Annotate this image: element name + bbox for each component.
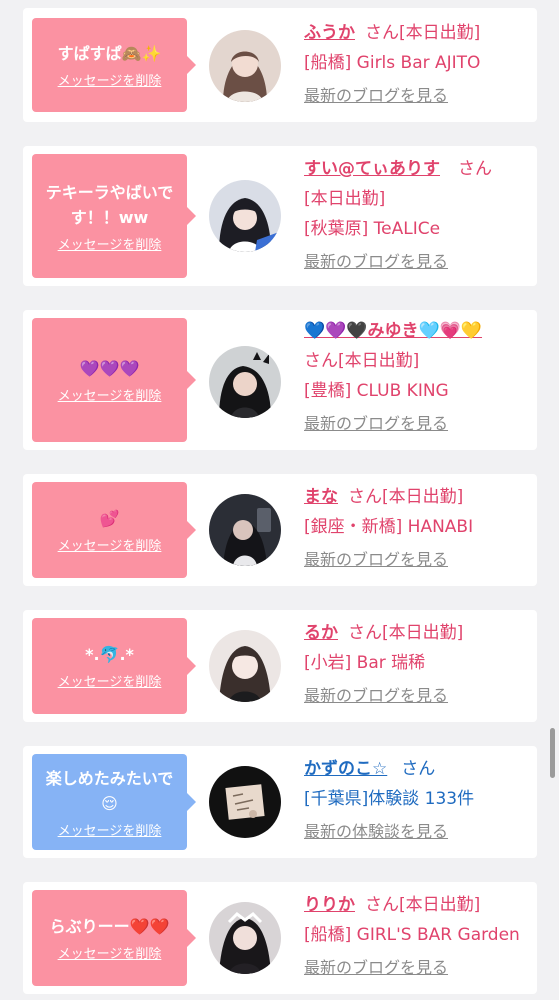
message-bubble: *.🐬.* メッセージを削除: [32, 618, 196, 714]
delete-message-link[interactable]: メッセージを削除: [58, 820, 162, 839]
shop-line: [船橋] GIRL'S BAR Garden: [304, 925, 520, 945]
latest-blog-link[interactable]: 最新のブログを見る: [304, 546, 531, 570]
shop-line: [小岩] Bar 瑞稀: [304, 653, 426, 673]
member-name-link[interactable]: まな: [304, 487, 338, 507]
avatar[interactable]: [209, 346, 281, 418]
message-bubble: 楽しめたみたいで😌 メッセージを削除: [32, 754, 196, 850]
avatar-photo-icon: [209, 494, 281, 566]
avatar[interactable]: [209, 902, 281, 974]
delete-message-link[interactable]: メッセージを削除: [58, 70, 162, 89]
name-suffix: さん: [365, 23, 399, 43]
work-status: [本日出勤]: [338, 351, 420, 371]
delete-message-link[interactable]: メッセージを削除: [58, 234, 162, 253]
message-text: すぱすぱ🙈✨: [57, 44, 162, 63]
avatar[interactable]: [209, 494, 281, 566]
name-suffix: さん: [348, 487, 382, 507]
member-info: りりか さん[本日出勤] [船橋] GIRL'S BAR Garden 最新のブロ…: [304, 890, 531, 978]
work-status: [本日出勤]: [399, 23, 481, 43]
shop-line: [秋葉原] TeALICe: [304, 219, 441, 239]
message-text: 楽しめたみたいで😌: [45, 768, 174, 813]
message-card: すぱすぱ🙈✨ メッセージを削除 ふうか さん[本日出勤] [船橋] Girls B…: [23, 8, 537, 122]
scrollbar-thumb[interactable]: [550, 728, 555, 778]
avatar-photo-icon: [209, 180, 281, 252]
name-suffix: さん: [348, 623, 382, 643]
latest-blog-link[interactable]: 最新のブログを見る: [304, 954, 531, 978]
avatar-photo-icon: [209, 630, 281, 702]
message-text: 💕: [99, 509, 120, 528]
work-status: [本日出勤]: [399, 895, 481, 915]
member-name-link[interactable]: すい@てぃありす: [304, 159, 440, 179]
delete-message-link[interactable]: メッセージを削除: [58, 943, 162, 962]
avatar-photo-icon: [209, 30, 281, 102]
delete-message-link[interactable]: メッセージを削除: [58, 385, 162, 404]
member-info: 💙💜🖤みゆき🩵💗💛 さん[本日出勤] [豊橋] CLUB KING 最新のブログ…: [304, 316, 531, 434]
message-card: 💕 メッセージを削除 まな さん[本日出勤] [銀座・新橋] HANABI 最新の…: [23, 474, 537, 586]
member-name-link[interactable]: 💙💜🖤みゆき🩵💗💛: [304, 321, 482, 341]
name-suffix: さん: [365, 895, 399, 915]
delete-message-link[interactable]: メッセージを削除: [58, 671, 162, 690]
message-text: テキーラやばいです！！ww: [45, 182, 174, 227]
latest-blog-link[interactable]: 最新のブログを見る: [304, 82, 531, 106]
avatar[interactable]: [209, 630, 281, 702]
member-info: すい@てぃありす さん [本日出勤] [秋葉原] TeALICe 最新のブログを見…: [304, 154, 531, 272]
avatar[interactable]: [209, 766, 281, 838]
message-card: 楽しめたみたいで😌 メッセージを削除 かずのこ☆ さん [千葉県]体験談 133件…: [23, 746, 537, 858]
message-bubble: テキーラやばいです！！ww メッセージを削除: [32, 154, 196, 278]
work-status: [本日出勤]: [382, 487, 464, 507]
avatar-photo-icon: [209, 346, 281, 418]
name-suffix: さん: [458, 159, 492, 179]
message-card: 💜💜💜 メッセージを削除 💙💜🖤みゆき🩵💗💛 さん[本日出勤] [豊橋] CLU…: [23, 310, 537, 450]
shop-line: [銀座・新橋] HANABI: [304, 517, 474, 537]
message-card: テキーラやばいです！！ww メッセージを削除 すい@てぃありす さん [本日出勤]…: [23, 146, 537, 286]
member-info: まな さん[本日出勤] [銀座・新橋] HANABI 最新のブログを見る: [304, 482, 531, 570]
name-suffix: さん: [304, 351, 338, 371]
message-text: らぶりーー❤️❤️: [49, 917, 170, 936]
message-bubble: すぱすぱ🙈✨ メッセージを削除: [32, 18, 196, 112]
avatar-photo-icon: [209, 766, 281, 838]
member-info: るか さん[本日出勤] [小岩] Bar 瑞稀 最新のブログを見る: [304, 618, 531, 706]
message-bubble: 💕 メッセージを削除: [32, 482, 196, 578]
shop-line: [豊橋] CLUB KING: [304, 381, 449, 401]
member-name-link[interactable]: るか: [304, 623, 338, 643]
shop-line: [船橋] Girls Bar AJITO: [304, 53, 481, 73]
member-name-link[interactable]: りりか: [304, 895, 355, 915]
member-name-link[interactable]: ふうか: [304, 23, 355, 43]
avatar[interactable]: [209, 180, 281, 252]
delete-message-link[interactable]: メッセージを削除: [58, 535, 162, 554]
message-bubble: らぶりーー❤️❤️ メッセージを削除: [32, 890, 196, 986]
message-card: *.🐬.* メッセージを削除 るか さん[本日出勤] [小岩] Bar 瑞稀 最新…: [23, 610, 537, 722]
message-card: らぶりーー❤️❤️ メッセージを削除 りりか さん[本日出勤] [船橋] GIRL…: [23, 882, 537, 994]
avatar-photo-icon: [209, 902, 281, 974]
message-bubble: 💜💜💜 メッセージを削除: [32, 318, 196, 442]
work-status: [本日出勤]: [304, 189, 386, 209]
member-info: ふうか さん[本日出勤] [船橋] Girls Bar AJITO 最新のブログを…: [304, 18, 531, 106]
latest-blog-link[interactable]: 最新のブログを見る: [304, 248, 531, 272]
member-info: かずのこ☆ さん [千葉県]体験談 133件 最新の体験談を見る: [304, 754, 531, 842]
name-suffix: さん: [401, 759, 436, 779]
latest-blog-link[interactable]: 最新のブログを見る: [304, 410, 531, 434]
message-text: *.🐬.*: [85, 645, 134, 664]
latest-review-link[interactable]: 最新の体験談を見る: [304, 818, 531, 842]
message-text: 💜💜💜: [79, 359, 140, 378]
member-name-link[interactable]: かずのこ☆: [304, 759, 387, 779]
avatar[interactable]: [209, 30, 281, 102]
review-line: [千葉県]体験談 133件: [304, 789, 475, 809]
latest-blog-link[interactable]: 最新のブログを見る: [304, 682, 531, 706]
work-status: [本日出勤]: [382, 623, 464, 643]
